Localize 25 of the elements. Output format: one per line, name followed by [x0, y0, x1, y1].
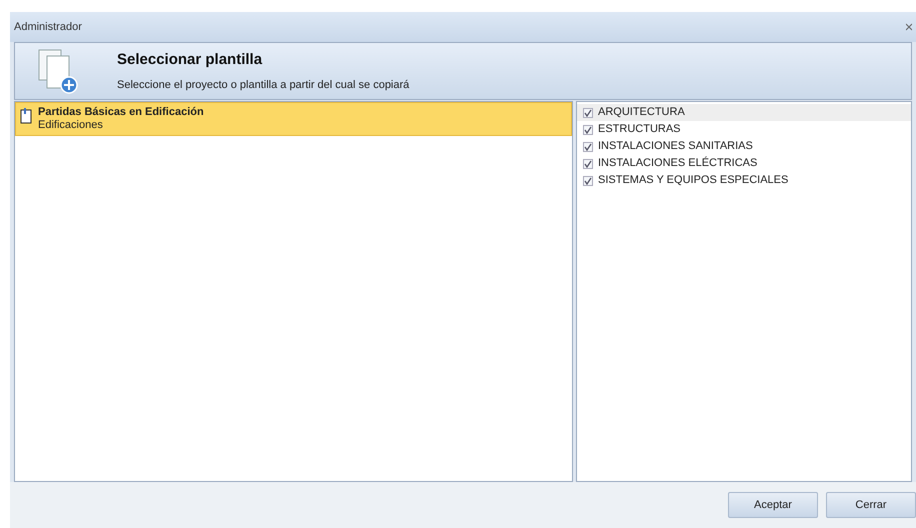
specialty-label: ESTRUCTURAS [598, 122, 681, 138]
specialty-item[interactable]: INSTALACIONES SANITARIAS [577, 138, 911, 155]
checkbox[interactable] [583, 176, 593, 186]
specialty-label: INSTALACIONES SANITARIAS [598, 139, 753, 154]
checkbox[interactable] [583, 108, 593, 118]
header-title: Seleccionar plantilla [117, 50, 264, 70]
specialty-label: SISTEMAS Y EQUIPOS ESPECIALES [598, 173, 788, 188]
window-title: Administrador [14, 20, 82, 35]
checkbox[interactable] [583, 158, 593, 168]
specialty-item[interactable]: ARQUITECTURA [577, 104, 911, 121]
specialty-label: ARQUITECTURA [598, 105, 685, 120]
specialty-item[interactable]: SISTEMAS Y EQUIPOS ESPECIALES [577, 172, 911, 189]
specialty-item[interactable]: ESTRUCTURAS [577, 121, 911, 138]
checkbox[interactable] [583, 142, 593, 152]
header-subtitle: Seleccione el proyecto o plantilla a partir del cual se copiará [117, 78, 410, 93]
checkbox[interactable] [583, 124, 593, 134]
specialty-label: INSTALACIONES ELÉCTRICAS [598, 156, 758, 172]
dialog-button[interactable]: Cerrar [826, 492, 916, 518]
template-item[interactable]: Partidas Básicas en Edificación Edificaciones [15, 102, 572, 136]
dialog-button[interactable]: Aceptar [728, 492, 818, 518]
template-name: Partidas Básicas en Edificación [38, 106, 204, 119]
specialty-item[interactable]: INSTALACIONES ELÉCTRICAS [577, 155, 911, 172]
document-icon [20, 108, 32, 124]
template-category: Edificaciones [38, 119, 104, 132]
close-icon[interactable] [906, 23, 912, 31]
